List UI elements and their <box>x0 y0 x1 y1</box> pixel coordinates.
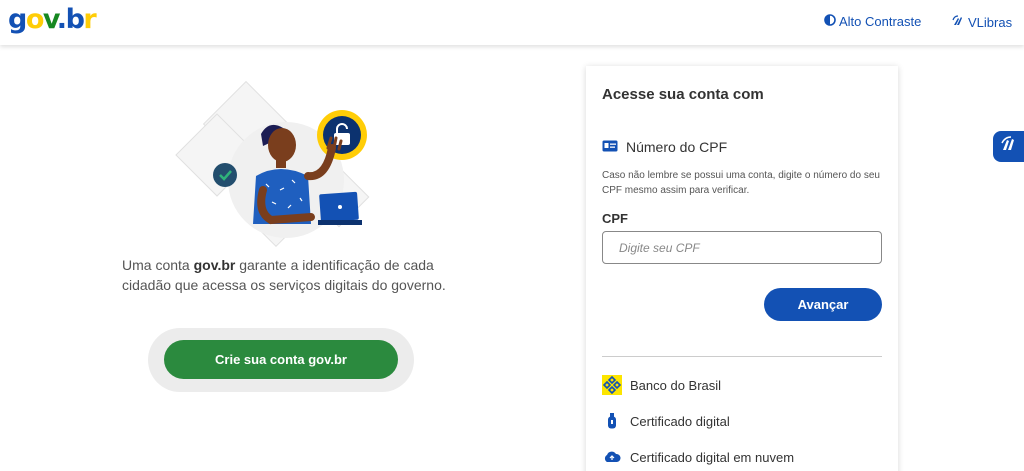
high-contrast-label: Alto Contraste <box>839 14 922 29</box>
option-banco-do-brasil[interactable]: Banco do Brasil <box>602 375 721 395</box>
cpf-hint-text: Caso não lembre se possui uma conta, dig… <box>602 170 880 196</box>
cloud-icon <box>602 447 622 467</box>
option-certificado-digital[interactable]: Certificado digital <box>602 411 730 431</box>
hero-illustration <box>168 80 388 255</box>
govbr-logo[interactable]: gov.br <box>8 3 97 37</box>
option-label: Certificado digital <box>630 413 730 429</box>
create-account-container: Crie sua conta gov.br <box>148 328 414 392</box>
intro-prefix: Uma conta <box>122 257 194 273</box>
intro-text: Uma conta gov.br garante a identificação… <box>122 255 452 295</box>
cpf-field-label: CPF <box>602 211 628 226</box>
create-account-button[interactable]: Crie sua conta gov.br <box>164 340 398 379</box>
top-header: gov.br Alto Contraste VLibras <box>0 0 1024 45</box>
logo-letter-r: r <box>83 4 96 35</box>
sign-language-icon <box>952 14 965 30</box>
logo-letter-o: o <box>25 4 45 35</box>
vlibras-float-button[interactable] <box>993 131 1024 162</box>
cpf-input[interactable] <box>602 231 882 264</box>
vlibras-link[interactable]: VLibras <box>952 14 1012 30</box>
login-title: Acesse sua conta com <box>602 86 764 103</box>
usb-token-icon <box>602 411 622 431</box>
cpf-section-header: Número do CPF <box>602 139 727 155</box>
logo-letter-g: g <box>8 4 27 35</box>
logo-dot: . <box>56 4 67 35</box>
divider <box>602 356 882 357</box>
id-card-icon <box>602 139 618 155</box>
high-contrast-link[interactable]: Alto Contraste <box>824 14 921 29</box>
sign-language-hands-icon <box>999 134 1019 159</box>
intro-brand: gov.br <box>193 257 236 273</box>
logo-letter-b: b <box>65 4 85 35</box>
next-button[interactable]: Avançar <box>764 288 882 321</box>
banco-do-brasil-icon <box>602 375 622 395</box>
contrast-icon <box>824 14 836 29</box>
cpf-section-label: Número do CPF <box>626 139 728 155</box>
vlibras-label: VLibras <box>968 14 1013 30</box>
logo-letter-v: v <box>42 4 58 35</box>
option-label: Banco do Brasil <box>630 377 722 393</box>
option-certificado-nuvem[interactable]: Certificado digital em nuvem <box>602 447 794 467</box>
option-label: Certificado digital em nuvem <box>630 449 795 465</box>
login-card: Acesse sua conta com Número do CPF Caso … <box>586 66 898 471</box>
